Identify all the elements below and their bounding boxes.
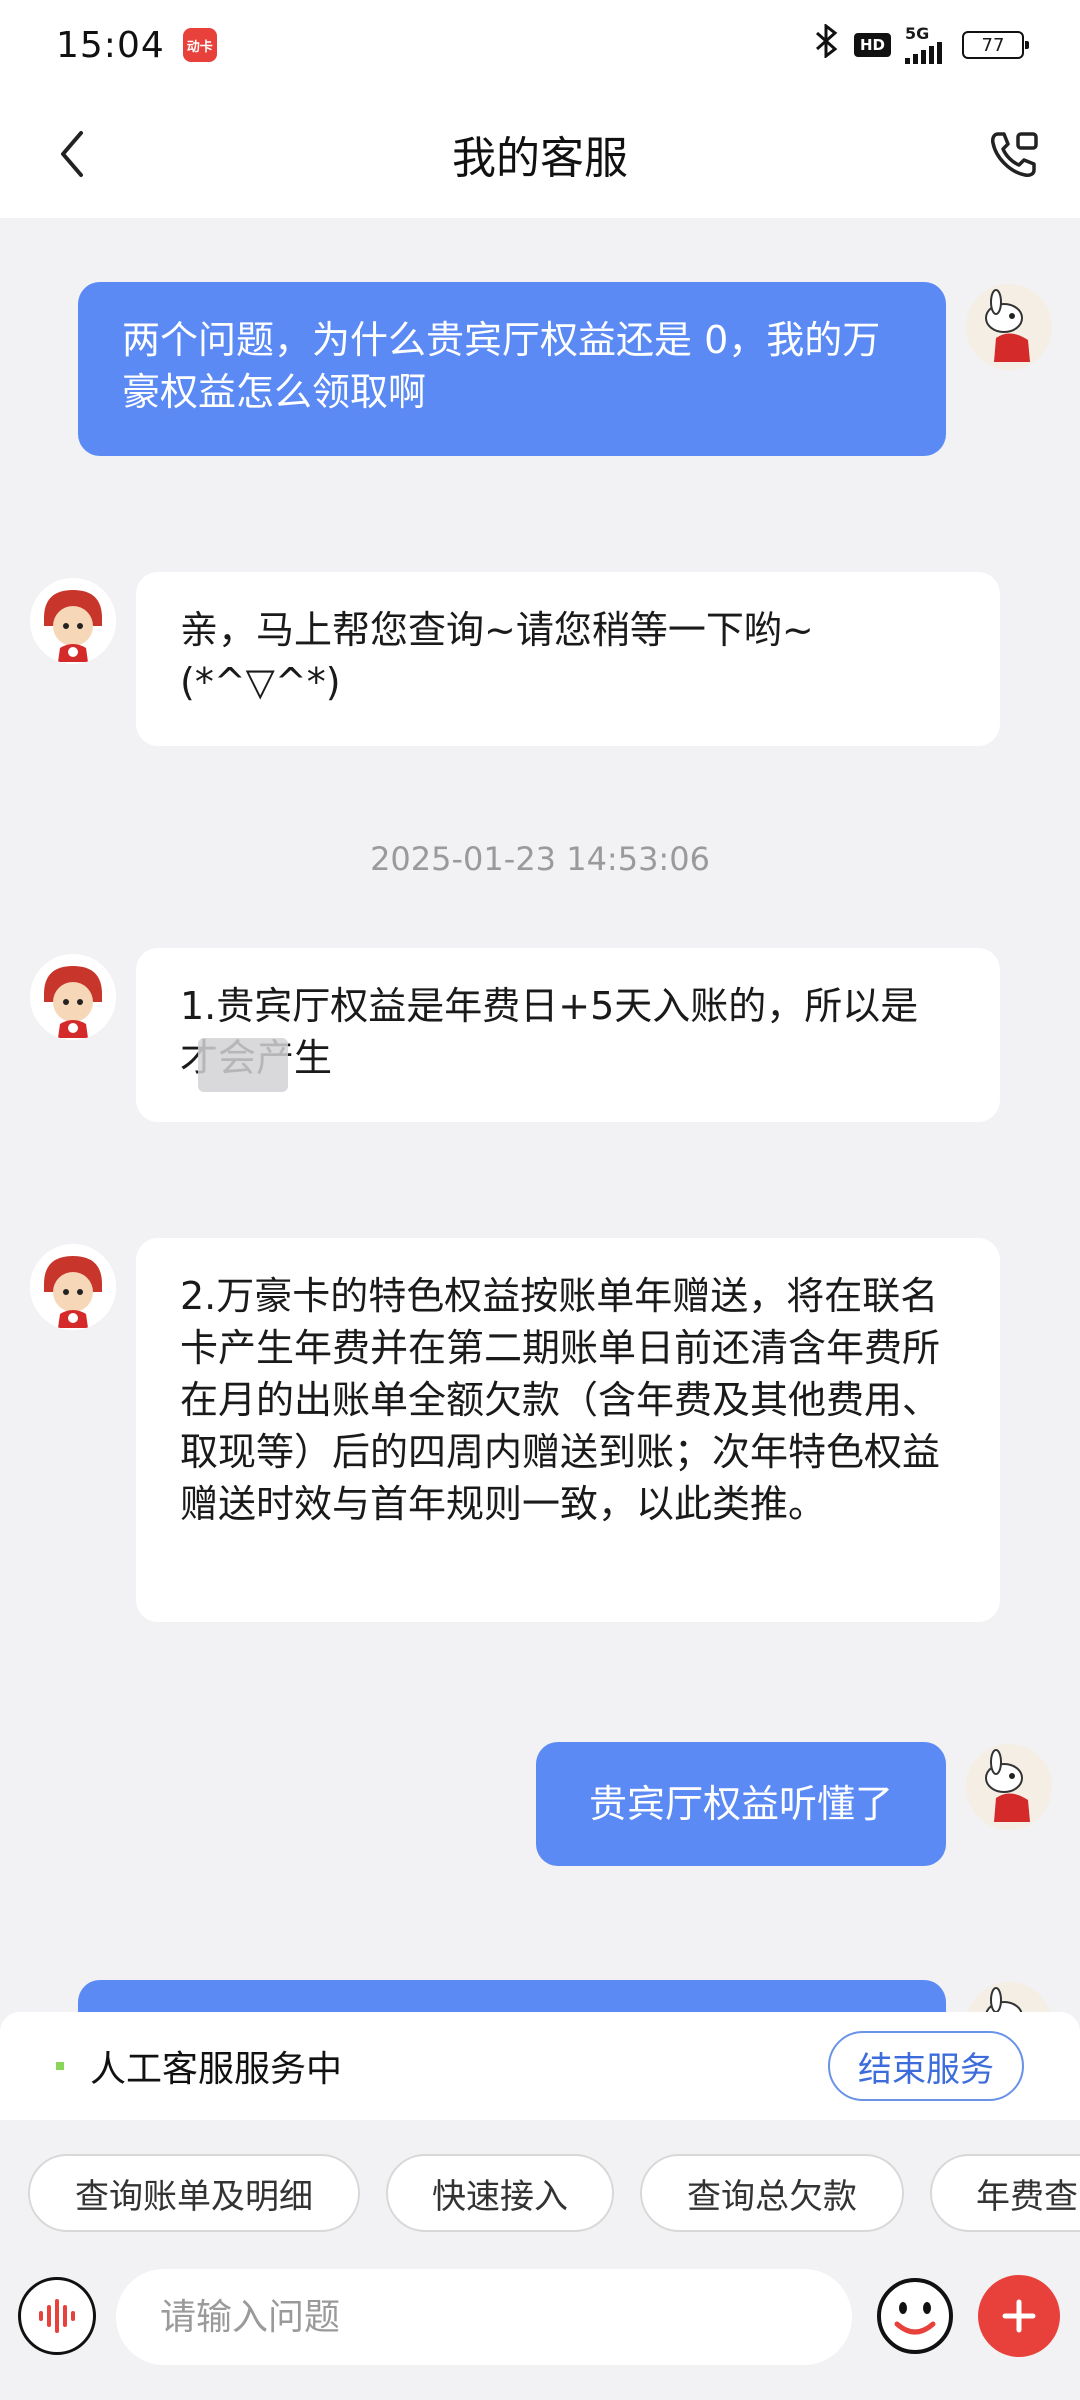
emoji-button[interactable] (874, 2275, 956, 2357)
message-text: 两个问题，为什么贵宾厅权益还是 0，我的万豪权益怎么领取啊 (122, 318, 881, 414)
end-service-button[interactable]: 结束服务 (828, 2031, 1024, 2101)
agent-avatar (30, 578, 116, 664)
voice-input-button[interactable] (18, 2277, 96, 2355)
message-timestamp: 2025-01-23 14:53:06 (370, 840, 710, 878)
agent-avatar (30, 954, 116, 1040)
quick-reply-chip[interactable]: 查询总欠款 (640, 2154, 904, 2232)
message-text: 1.贵宾厅权益是年费日+5天入账的，所以是 才会产生 (180, 984, 919, 1080)
hd-badge: HD (853, 33, 891, 57)
agent-message-bubble: 亲，马上帮您查询~请您稍等一下哟~ (*^▽^*) (136, 572, 1000, 746)
chat-area[interactable]: 两个问题，为什么贵宾厅权益还是 0，我的万豪权益怎么领取啊 亲，马上帮您查询~请… (0, 218, 1080, 2018)
service-status-text: 人工客服服务中 (90, 2049, 343, 2090)
agent-message-bubble: 2.万豪卡的特色权益按账单年赠送，将在联名卡产生年费并在第二期账单日前还清含年费… (136, 1238, 1000, 1622)
status-time: 15:04 (56, 24, 165, 66)
message-text: 贵宾厅权益听懂了 (588, 1782, 893, 1826)
quick-reply-chip[interactable]: 查询账单及明细 (28, 2154, 360, 2232)
message-text: 2.万豪卡的特色权益按账单年赠送，将在联名卡产生年费并在第二期账单日前还清含年费… (180, 1274, 941, 1526)
input-bar (0, 2255, 1080, 2400)
phone-call-icon (991, 132, 1038, 177)
app-notification-icon: 动卡 (182, 28, 217, 62)
message-text: 亲，马上帮您查询~请您稍等一下哟~ (*^▽^*) (180, 608, 814, 704)
back-button[interactable] (44, 126, 100, 182)
message-input[interactable] (116, 2269, 852, 2365)
plus-icon (1002, 2299, 1036, 2333)
call-button[interactable] (984, 124, 1044, 184)
header: 我的客服 (0, 90, 1080, 218)
more-options-button[interactable] (978, 2275, 1060, 2357)
agent-message-bubble: 1.贵宾厅权益是年费日+5天入账的，所以是 才会产生 (136, 948, 1000, 1122)
status-bar: 15:04 动卡 HD 5G 77 (0, 0, 1080, 90)
user-message-bubble: 贵宾厅权益听懂了 (536, 1742, 946, 1866)
quick-reply-chip[interactable]: 年费查 (930, 2154, 1080, 2232)
user-message-bubble: 两个问题，为什么贵宾厅权益还是 0，我的万豪权益怎么领取啊 (78, 282, 946, 456)
agent-avatar (30, 1244, 116, 1330)
back-arrow-icon (61, 131, 83, 177)
signal-icon: 5G (905, 26, 942, 64)
smiley-icon (877, 2278, 953, 2354)
bluetooth-icon (814, 22, 840, 66)
redacted-blur (198, 1038, 288, 1092)
page-title: 我的客服 (452, 133, 628, 184)
user-avatar[interactable] (966, 284, 1052, 370)
user-avatar[interactable] (966, 1744, 1052, 1830)
voice-wave-icon (39, 2299, 75, 2333)
status-dot-icon (56, 2062, 64, 2070)
status-icons: HD 5G 77 (814, 22, 1029, 66)
battery-icon: 77 (962, 31, 1029, 59)
network-type: 5G (905, 24, 930, 43)
service-status-bar: 人工客服服务中 结束服务 (0, 2012, 1080, 2120)
quick-reply-chip[interactable]: 快速接入 (386, 2154, 614, 2232)
quick-reply-row[interactable]: 查询账单及明细 快速接入 查询总欠款 年费查 (0, 2140, 1080, 2250)
